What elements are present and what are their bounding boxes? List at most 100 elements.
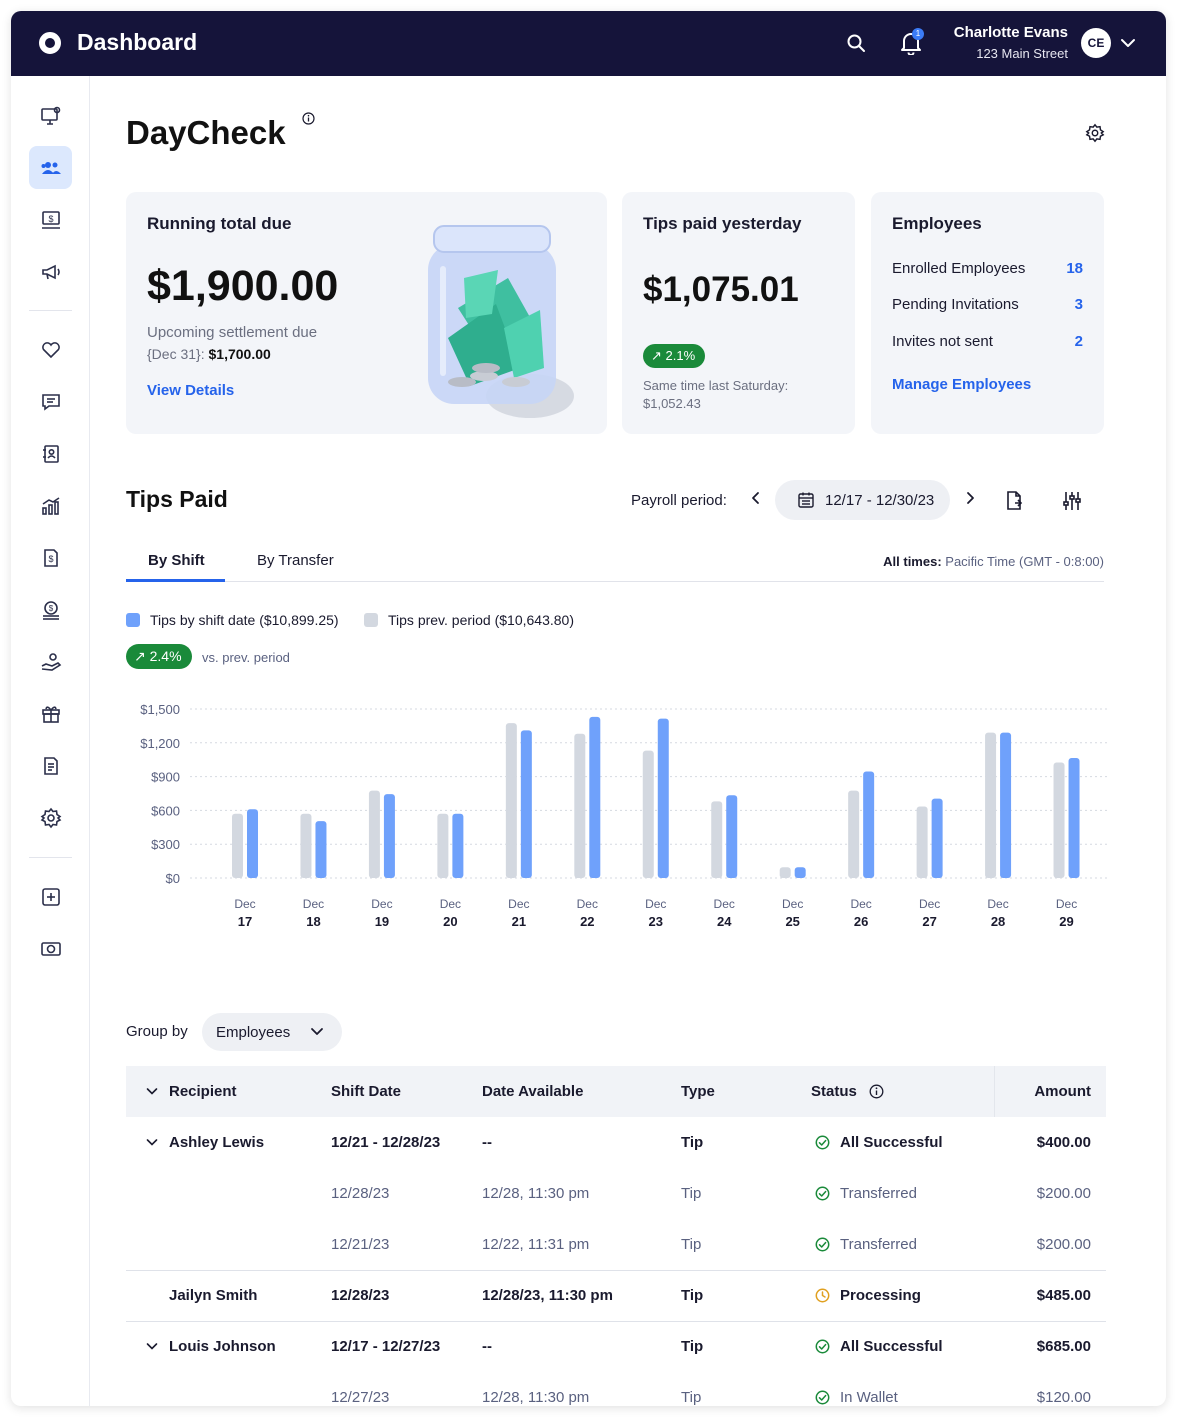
x-tick-month: Dec — [234, 897, 255, 911]
column-divider — [994, 1066, 995, 1117]
bar-shift-date — [1000, 732, 1012, 878]
table-subrow[interactable]: 12/28/23 12/28, 11:30 pm Tip Transferred $20… — [126, 1168, 1106, 1219]
bar-previous-period — [916, 806, 928, 878]
x-tick-day: 19 — [375, 914, 389, 929]
hand-coin-icon — [41, 652, 61, 671]
chevron-right-icon — [967, 492, 974, 504]
bar-previous-period — [300, 813, 312, 878]
next-period-button[interactable] — [964, 490, 976, 511]
table-subrow[interactable]: 12/27/23 12/28, 11:30 pm Tip In Wallet $120.… — [126, 1372, 1106, 1406]
table-row[interactable]: Louis Johnson 12/17 - 12/27/23 -- Tip All Su… — [126, 1321, 1106, 1372]
y-tick-label: $1,500 — [140, 702, 180, 717]
logo-icon[interactable] — [39, 32, 61, 54]
x-tick-month: Dec — [850, 897, 871, 911]
legend-swatch — [126, 613, 140, 627]
svg-text:$: $ — [48, 554, 53, 564]
tab-by-transfer[interactable]: By Transfer — [257, 552, 334, 569]
row-label: Pending Invitations — [892, 296, 1019, 313]
previous-period-button[interactable] — [750, 490, 762, 511]
column-header-shift-date[interactable]: Shift Date — [331, 1083, 401, 1100]
cell-status: All Successful — [840, 1134, 943, 1151]
x-tick-month: Dec — [919, 897, 940, 911]
x-tick-month: Dec — [577, 897, 598, 911]
filter-sliders-icon[interactable] — [1062, 490, 1082, 517]
period-change-label: vs. prev. period — [202, 650, 290, 665]
sidebar-item-marketing[interactable] — [29, 250, 72, 293]
sidebar-item-contacts[interactable] — [29, 432, 72, 475]
tab-by-shift[interactable]: By Shift — [148, 552, 205, 569]
sidebar-item-add[interactable] — [29, 875, 72, 918]
sidebar-item-rewards[interactable] — [29, 692, 72, 735]
bar-shift-date — [383, 794, 395, 878]
row-value[interactable]: 18 — [1066, 260, 1083, 277]
user-name: Charlotte Evans — [953, 24, 1068, 41]
account-menu-chevron-icon[interactable] — [1120, 36, 1136, 54]
x-tick-day: 20 — [443, 914, 457, 929]
megaphone-icon — [41, 264, 60, 279]
sidebar-item-messages[interactable] — [29, 380, 72, 423]
cell-type: Tip — [681, 1389, 702, 1406]
analytics-icon — [41, 496, 59, 515]
column-header-recipient[interactable]: Recipient — [169, 1083, 237, 1100]
expand-row-chevron-icon[interactable] — [146, 1342, 158, 1351]
table-row[interactable]: Jailyn Smith 12/28/23 12/28/23, 11:30 pm Ti… — [126, 1270, 1106, 1321]
cell-recipient: Ashley Lewis — [169, 1134, 265, 1151]
bar-shift-date — [863, 771, 875, 878]
row-value[interactable]: 2 — [1075, 333, 1083, 350]
timezone-value[interactable]: Pacific Time — [945, 554, 1015, 569]
table-subrow[interactable]: 12/21/23 12/22, 11:31 pm Tip Transferred $20… — [126, 1219, 1106, 1270]
sidebar-item-employees[interactable] — [29, 146, 72, 189]
period-picker[interactable]: 12/17 - 12/30/23 — [775, 480, 950, 520]
avatar[interactable]: CE — [1081, 28, 1111, 58]
sidebar-item-settings[interactable] — [29, 796, 72, 839]
sidebar-item-payouts[interactable]: $ — [29, 588, 72, 631]
x-tick-day: 22 — [580, 914, 594, 929]
x-tick-month: Dec — [508, 897, 529, 911]
x-tick-day: 25 — [785, 914, 799, 929]
column-header-status[interactable]: Status — [811, 1083, 857, 1100]
row-label: Invites not sent — [892, 333, 993, 350]
manage-employees-link[interactable]: Manage Employees — [892, 376, 1031, 393]
group-by-select[interactable]: Employees — [202, 1013, 342, 1051]
sidebar-item-invoices[interactable]: $ — [29, 536, 72, 579]
sidebar-item-payments[interactable]: $ — [29, 198, 72, 241]
column-header-type[interactable]: Type — [681, 1083, 715, 1100]
info-icon[interactable] — [302, 112, 315, 130]
check-circle-icon — [815, 1186, 830, 1201]
sidebar-item-analytics[interactable] — [29, 484, 72, 527]
tip-jar-illustration — [428, 225, 574, 418]
check-circle-icon — [815, 1390, 830, 1405]
table-row[interactable]: Ashley Lewis 12/21 - 12/28/23 -- Tip All Suc… — [126, 1117, 1106, 1168]
upcoming-line: {Dec 31}: $1,700.00 — [147, 346, 271, 362]
page-settings-icon[interactable] — [1085, 123, 1105, 148]
expand-row-chevron-icon[interactable] — [146, 1138, 158, 1147]
collapse-all-chevron-icon[interactable] — [146, 1087, 158, 1096]
app-window: Dashboard 1 Charlotte Evans 123 Main Str… — [11, 11, 1166, 1406]
sidebar-item-favorites[interactable] — [29, 328, 72, 371]
x-tick-month: Dec — [645, 897, 666, 911]
notifications-button[interactable]: 1 — [900, 28, 924, 60]
column-header-date-available[interactable]: Date Available — [482, 1083, 583, 1100]
cell-available: -- — [482, 1134, 492, 1151]
row-value[interactable]: 3 — [1075, 296, 1083, 313]
x-tick-month: Dec — [987, 897, 1008, 911]
sidebar-item-tips[interactable] — [29, 640, 72, 683]
check-circle-icon — [815, 1339, 830, 1354]
status-info-icon[interactable] — [869, 1084, 884, 1099]
sidebar-item-monitor[interactable] — [29, 94, 72, 137]
cell-status: In Wallet — [840, 1389, 898, 1406]
cell-status: Transferred — [840, 1236, 917, 1253]
export-icon[interactable] — [1004, 490, 1024, 517]
timezone-label: All times: — [883, 554, 942, 569]
tips-change-badge: ↗ 2.1% — [643, 344, 706, 368]
sidebar-item-reports[interactable] — [29, 744, 72, 787]
period-value: 12/17 - 12/30/23 — [825, 491, 935, 509]
column-header-amount[interactable]: Amount — [1034, 1083, 1091, 1100]
view-details-link[interactable]: View Details — [147, 382, 234, 399]
x-tick-day: 23 — [649, 914, 663, 929]
legend-item-current: Tips by shift date ($10,899.25) — [126, 612, 339, 628]
search-icon[interactable] — [846, 33, 866, 58]
row-label: Enrolled Employees — [892, 260, 1026, 277]
user-address: 123 Main Street — [976, 46, 1068, 61]
sidebar-item-camera[interactable] — [29, 927, 72, 970]
